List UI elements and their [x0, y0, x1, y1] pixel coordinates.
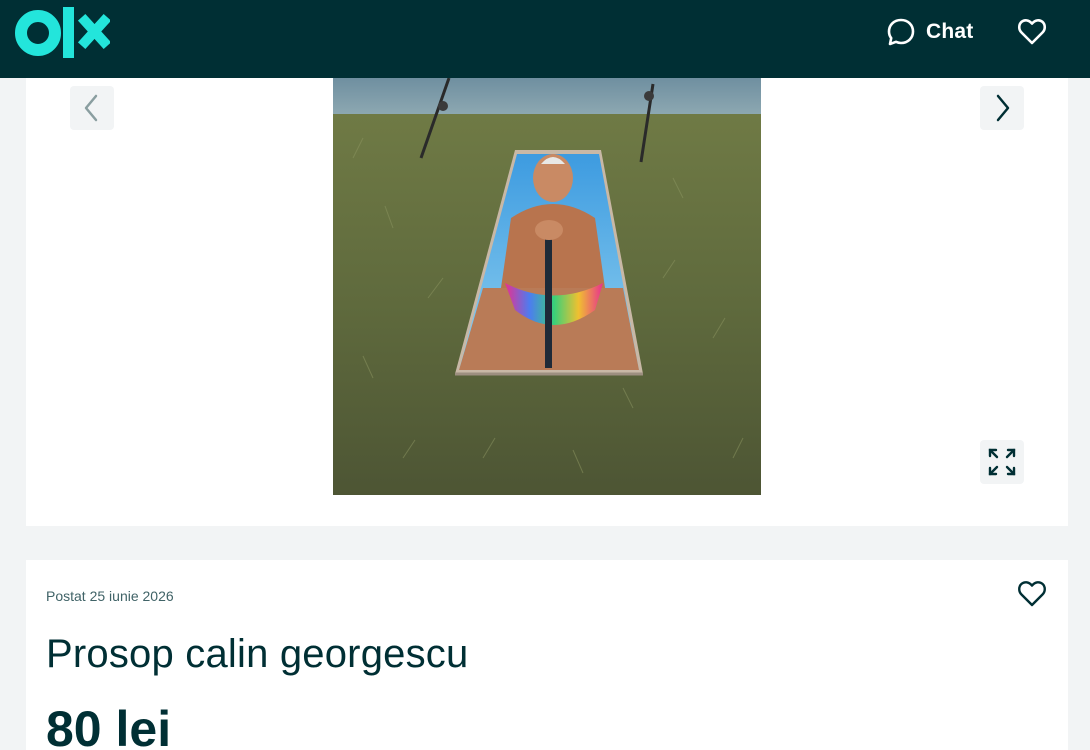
- chat-bubble-icon: [887, 18, 915, 46]
- ad-title: Prosop calin georgescu: [46, 632, 469, 676]
- olx-logo[interactable]: [14, 6, 110, 60]
- fullscreen-button[interactable]: [980, 440, 1024, 484]
- listing-photo[interactable]: [333, 78, 761, 495]
- top-header: Chat: [0, 0, 1090, 78]
- listing-photo-image: [333, 78, 761, 495]
- previous-image-button[interactable]: [70, 86, 114, 130]
- posted-date: Postat 25 iunie 2026: [46, 588, 174, 604]
- heart-outline-icon[interactable]: [1016, 16, 1048, 48]
- ad-price: 80 lei: [46, 701, 172, 750]
- expand-icon: [988, 448, 1016, 476]
- chat-label: Chat: [926, 20, 974, 43]
- chevron-right-icon: [996, 94, 1010, 122]
- next-image-button[interactable]: [980, 86, 1024, 130]
- ad-details: Postat 25 iunie 2026 Prosop calin george…: [26, 560, 1068, 750]
- chat-button[interactable]: Chat: [886, 14, 973, 50]
- image-gallery: [26, 78, 1068, 526]
- heart-outline-icon[interactable]: [1016, 578, 1048, 610]
- chevron-left-icon: [84, 94, 98, 122]
